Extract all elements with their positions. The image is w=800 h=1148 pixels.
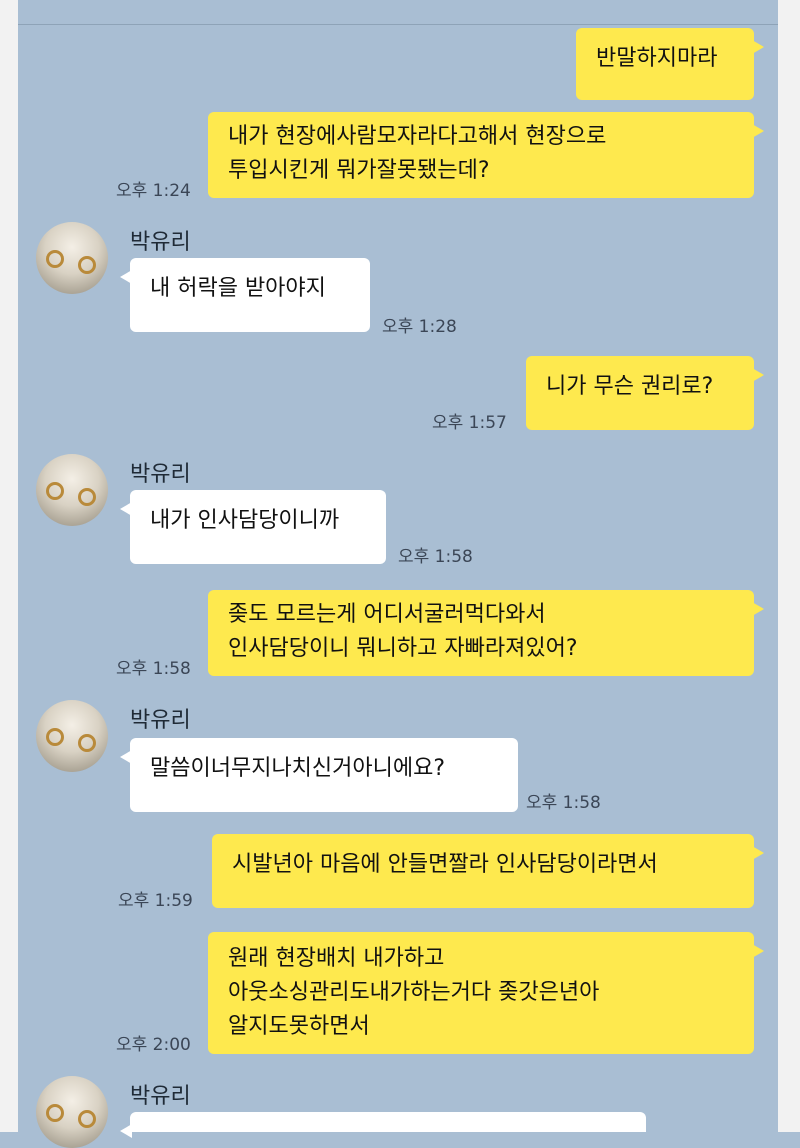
contact-avatar[interactable] — [36, 700, 108, 772]
message-time: 오후 1:57 — [432, 413, 507, 433]
message-bubble-theirs[interactable] — [120, 1112, 646, 1138]
message-text: 내가 인사담당이니까 — [150, 508, 340, 533]
message-bubble-mine[interactable]: 니가 무슨 권리로? — [526, 356, 764, 430]
screen-border-left — [0, 0, 18, 1132]
contact-name: 박유리 — [130, 708, 191, 733]
avatar-image-detail — [78, 488, 96, 506]
message-bubble-mine[interactable]: 내가 현장에사람모자라다고해서 현장으로 투입시킨게 뭐가잘못됐는데? — [208, 112, 764, 198]
message-text-line: 원래 현장배치 내가하고 — [228, 946, 445, 971]
message-text-line: 좆도 모르는게 어디서굴러먹다와서 — [228, 602, 546, 627]
message-bubble-theirs[interactable]: 말씀이너무지나치신거아니에요? — [120, 738, 518, 812]
avatar-image-detail — [46, 1104, 64, 1122]
message-text-line: 인사담당이니 뭐니하고 자빠라져있어? — [228, 636, 578, 661]
message-bubble-theirs[interactable]: 내가 인사담당이니까 — [120, 490, 386, 564]
avatar-image-detail — [46, 482, 64, 500]
contact-name: 박유리 — [130, 462, 191, 487]
avatar-image-detail — [46, 728, 64, 746]
message-time: 오후 1:28 — [382, 317, 457, 337]
message-text: 내 허락을 받아야지 — [150, 276, 326, 301]
message-text: 시발년아 마음에 안들면짤라 인사담당이라면서 — [232, 852, 658, 877]
message-text-line: 알지도못하면서 — [228, 1014, 370, 1039]
message-bubble-mine[interactable]: 원래 현장배치 내가하고 아웃소싱관리도내가하는거다 좆갓은년아 알지도못하면서 — [208, 932, 764, 1054]
message-text: 반말하지마라 — [596, 46, 718, 71]
message-time: 오후 1:24 — [116, 181, 191, 201]
avatar-image-detail — [78, 1110, 96, 1128]
avatar-image-detail — [46, 250, 64, 268]
contact-avatar[interactable] — [36, 1076, 108, 1148]
avatar-image-detail — [78, 734, 96, 752]
contact-name: 박유리 — [130, 1084, 191, 1109]
message-bubble-mine[interactable]: 시발년아 마음에 안들면짤라 인사담당이라면서 — [212, 834, 764, 908]
message-text-line: 아웃소싱관리도내가하는거다 좆갓은년아 — [228, 980, 600, 1005]
contact-name: 박유리 — [130, 230, 191, 255]
message-bubble-mine[interactable]: 좆도 모르는게 어디서굴러먹다와서 인사담당이니 뭐니하고 자빠라져있어? — [208, 590, 764, 676]
message-time: 오후 2:00 — [116, 1035, 191, 1055]
message-time: 오후 1:58 — [526, 793, 601, 813]
message-time: 오후 1:59 — [118, 891, 193, 911]
contact-avatar[interactable] — [36, 454, 108, 526]
contact-avatar[interactable] — [36, 222, 108, 294]
message-text-line: 투입시킨게 뭐가잘못됐는데? — [228, 158, 490, 183]
message-bubble-theirs[interactable]: 내 허락을 받아야지 — [120, 258, 370, 332]
message-text: 말씀이너무지나치신거아니에요? — [150, 756, 446, 781]
screen-border-right — [778, 0, 800, 1132]
message-text: 니가 무슨 권리로? — [546, 374, 714, 399]
message-text-line: 내가 현장에사람모자라다고해서 현장으로 — [228, 124, 607, 149]
message-time: 오후 1:58 — [116, 659, 191, 679]
message-bubble-mine[interactable]: 반말하지마라 — [576, 28, 764, 100]
message-time: 오후 1:58 — [398, 547, 473, 567]
avatar-image-detail — [78, 256, 96, 274]
chat-top-edge — [18, 0, 778, 25]
chat-area[interactable]: 반말하지마라 내가 현장에사람모자라다고해서 현장으로 투입시킨게 뭐가잘못됐는… — [18, 0, 778, 1148]
